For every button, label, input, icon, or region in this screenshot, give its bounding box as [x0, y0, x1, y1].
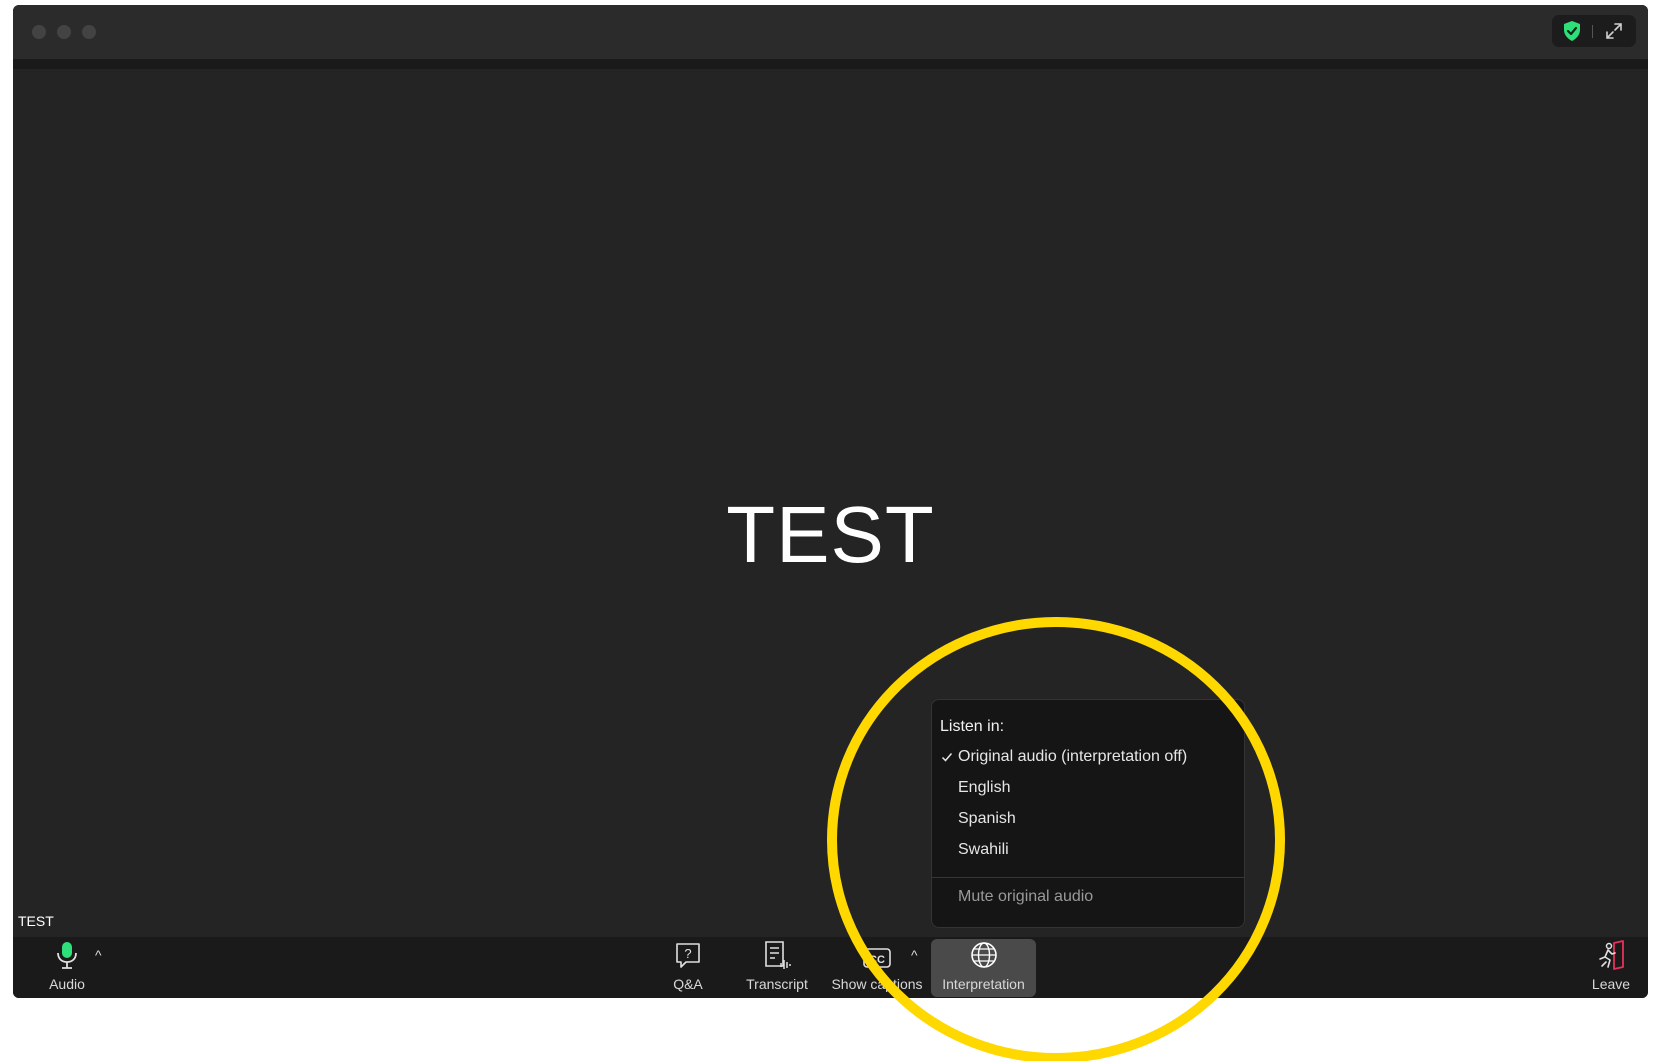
closed-captions-icon: CC	[862, 940, 892, 970]
svg-text:?: ?	[684, 946, 691, 961]
leave-label: Leave	[1591, 976, 1631, 992]
chevron-up-icon[interactable]: ^	[911, 947, 918, 963]
leave-door-icon	[1596, 940, 1626, 970]
close-window-button[interactable]	[32, 25, 46, 39]
maximize-window-button[interactable]	[82, 25, 96, 39]
interpretation-menu: Listen in: Original audio (interpretatio…	[931, 699, 1245, 928]
leave-button[interactable]: Leave	[1583, 937, 1639, 998]
menu-option-english[interactable]: English	[958, 777, 1010, 799]
audio-button[interactable]: Audio	[39, 937, 95, 998]
globe-icon	[969, 940, 999, 970]
menu-divider	[932, 877, 1244, 878]
title-right-controls	[1552, 15, 1636, 47]
mute-original-audio-option[interactable]: Mute original audio	[958, 886, 1093, 908]
shared-screen-text: TEST	[726, 490, 935, 579]
menu-header: Listen in:	[940, 718, 1005, 735]
interpretation-button[interactable]: Interpretation	[931, 937, 1036, 998]
transcript-label: Transcript	[746, 976, 808, 992]
minimize-window-button[interactable]	[57, 25, 71, 39]
meeting-window: TEST TEST Listen in: Original audio (int…	[13, 5, 1648, 998]
shield-check-icon[interactable]	[1562, 20, 1582, 47]
microphone-icon	[56, 940, 78, 970]
participant-name-tag: TEST	[18, 913, 54, 929]
video-stage: TEST TEST	[13, 69, 1648, 937]
qa-label: Q&A	[673, 976, 703, 992]
menu-option-spanish[interactable]: Spanish	[958, 808, 1016, 830]
title-bar	[13, 5, 1648, 69]
interpretation-label: Interpretation	[942, 976, 1025, 992]
qa-button[interactable]: ? Q&A	[658, 937, 718, 998]
transcript-icon	[763, 940, 791, 970]
expand-icon[interactable]	[1604, 21, 1624, 46]
qa-icon: ?	[675, 940, 701, 970]
menu-option-original-audio[interactable]: Original audio (interpretation off)	[958, 746, 1187, 768]
meeting-toolbar: Audio ^ ? Q&A Transcript CC Show caption…	[13, 937, 1648, 998]
chevron-up-icon[interactable]: ^	[95, 947, 102, 963]
show-captions-label: Show captions	[831, 976, 923, 992]
transcript-button[interactable]: Transcript	[735, 937, 819, 998]
svg-text:CC: CC	[869, 954, 885, 966]
audio-label: Audio	[49, 976, 85, 992]
title-divider	[1592, 25, 1593, 38]
checkmark-icon	[941, 750, 953, 768]
menu-option-swahili[interactable]: Swahili	[958, 839, 1009, 861]
